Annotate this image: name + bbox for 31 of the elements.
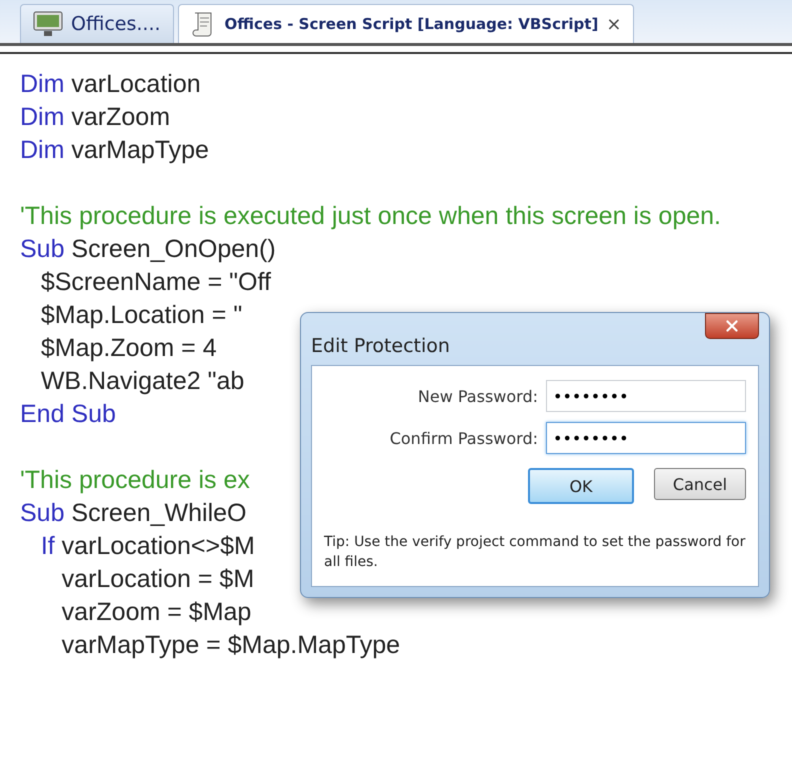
tab-label: Offices.... bbox=[71, 13, 161, 35]
tab[interactable]: Offices - Screen Script [Language: VBScript] × bbox=[178, 4, 634, 43]
code-line: $Map.Location = " bbox=[40, 300, 242, 331]
field-label: New Password: bbox=[418, 386, 538, 406]
code-line: Sub Screen_WhileO bbox=[20, 498, 247, 529]
cancel-button[interactable]: Cancel bbox=[654, 468, 746, 500]
code-line: $ScreenName = "Off bbox=[40, 267, 271, 298]
ok-button[interactable]: OK bbox=[528, 468, 634, 504]
code-line: 'This procedure is executed just once when this screen is open. bbox=[20, 201, 721, 232]
password-field[interactable]: •••••••• bbox=[546, 380, 746, 412]
code-line: If varLocation<>$M bbox=[40, 531, 255, 562]
tab[interactable]: Offices.... bbox=[20, 4, 174, 43]
password-field[interactable]: •••••••• bbox=[546, 422, 746, 454]
code-line: Dim varMapType bbox=[20, 135, 209, 166]
code-line: Dim varZoom bbox=[20, 102, 170, 133]
code-line: Sub Screen_OnOpen() bbox=[20, 234, 276, 265]
close-tab-icon[interactable]: × bbox=[606, 14, 622, 34]
tab-label: Offices - Screen Script [Language: VBScript] bbox=[224, 15, 598, 33]
code-line: $Map.Zoom = 4 bbox=[40, 333, 217, 364]
tip-text: Tip: Use the verify project command to set the password for all files. bbox=[324, 533, 746, 572]
code-line: End Sub bbox=[20, 399, 116, 430]
close-button[interactable] bbox=[705, 313, 759, 339]
code-line: Dim varLocation bbox=[20, 69, 201, 100]
code-line: varZoom = $Map bbox=[60, 597, 252, 628]
code-line: varLocation = $M bbox=[60, 564, 254, 595]
code-line: WB.Navigate2 "ab bbox=[40, 366, 244, 397]
dialog-title: Edit Protection bbox=[311, 335, 450, 357]
field-label: Confirm Password: bbox=[390, 428, 538, 448]
code-line: 'This procedure is ex bbox=[20, 465, 250, 496]
code-line: varMapType = $Map.MapType bbox=[60, 630, 400, 661]
monitor-icon bbox=[33, 11, 63, 37]
